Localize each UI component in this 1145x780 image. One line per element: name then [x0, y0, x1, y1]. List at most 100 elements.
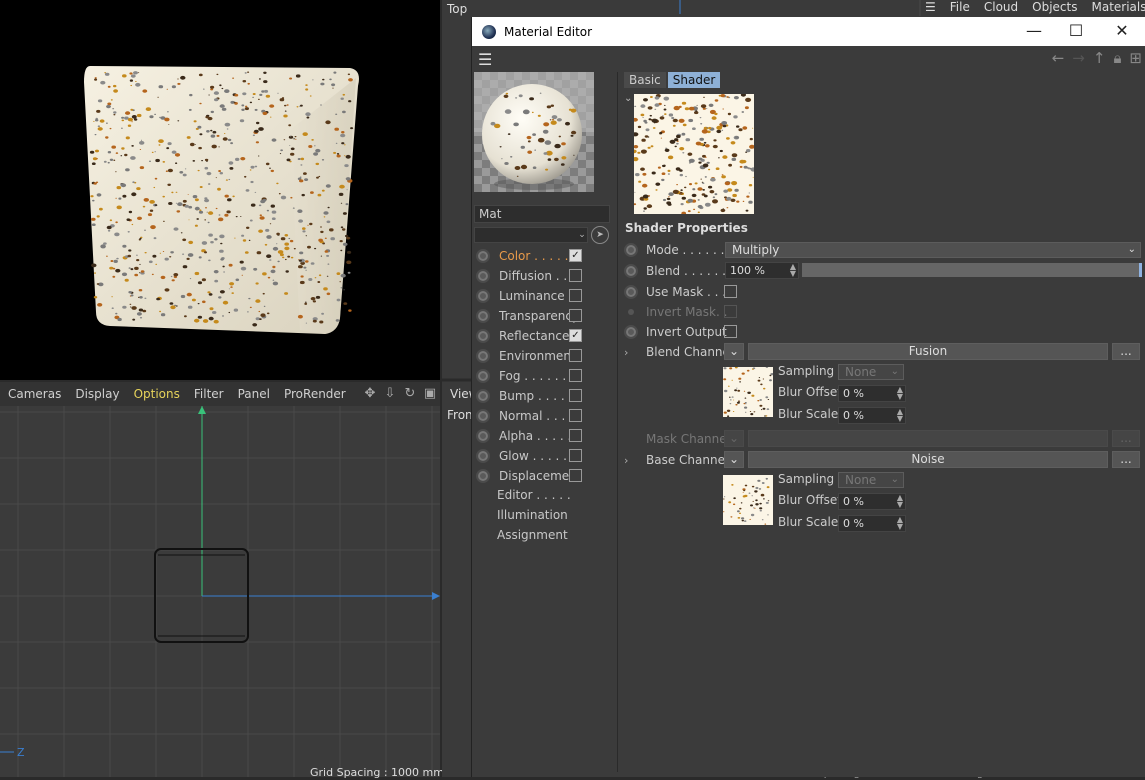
blend-channel-shader-button[interactable]: Fusion [748, 343, 1108, 360]
cinema4d-logo-icon [482, 24, 496, 39]
menu-panel[interactable]: Panel [238, 387, 270, 401]
blur-offset-field[interactable]: 0 % ▲ ▼ [838, 493, 906, 510]
mode-dropdown[interactable]: Multiply ⌄ [725, 242, 1141, 258]
picker-icon[interactable]: ➤ [591, 226, 609, 244]
animate-radio[interactable] [624, 285, 638, 299]
channel-illumination[interactable]: Illumination [497, 508, 568, 522]
animate-radio[interactable] [624, 325, 638, 339]
collapse-chevron-icon[interactable]: ⌄ [624, 93, 632, 104]
channel-enable-checkbox[interactable] [569, 429, 582, 442]
material-name-field[interactable]: Mat [474, 205, 610, 223]
use-mask-checkbox[interactable] [724, 285, 737, 298]
animate-radio[interactable] [476, 249, 490, 263]
forward-arrow-icon[interactable]: → [1072, 49, 1085, 67]
animate-radio[interactable] [476, 309, 490, 323]
mode-label: Mode . . . . . . [646, 243, 725, 257]
invert-mask-row: Invert Mask. . [624, 302, 1142, 322]
menu-objects[interactable]: Objects [1032, 0, 1077, 15]
viewport-menu-bar: Cameras Display Options Filter Panel Pro… [0, 382, 440, 406]
animate-radio[interactable] [476, 349, 490, 363]
animate-radio[interactable] [476, 329, 490, 343]
material-preview[interactable] [474, 72, 594, 192]
tab-basic[interactable]: Basic [624, 72, 666, 88]
front-viewport[interactable]: Z [0, 406, 440, 777]
animate-radio[interactable] [476, 389, 490, 403]
blend-channel-more-button[interactable]: ... [1112, 343, 1140, 360]
base-channel-menu-button[interactable]: ⌄ [724, 451, 744, 468]
lock-icon[interactable]: 🔒︎ [1113, 49, 1121, 67]
animate-radio[interactable] [476, 409, 490, 423]
menu-display[interactable]: Display [75, 387, 119, 401]
noise-shader-thumbnail[interactable] [723, 475, 773, 525]
animate-radio[interactable] [476, 429, 490, 443]
blend-field[interactable]: 100 % ▲ ▼ [725, 262, 799, 279]
blur-scale-field[interactable]: 0 % ▲ ▼ [838, 407, 906, 424]
menu-options[interactable]: Options [134, 387, 180, 401]
channel-editor[interactable]: Editor . . . . . [497, 488, 571, 502]
menu-prorender[interactable]: ProRender [284, 387, 346, 401]
blur-scale-field[interactable]: 0 % ▲ ▼ [838, 515, 906, 532]
mode-value: Multiply [732, 243, 780, 257]
up-arrow-icon[interactable]: ↑ [1093, 49, 1106, 67]
channel-enable-checkbox[interactable] [569, 269, 582, 282]
attribute-tabs: Basic Shader [624, 72, 721, 88]
channel-enable-checkbox[interactable] [569, 309, 582, 322]
expand-chevron-icon[interactable]: › [624, 454, 646, 467]
menu-file[interactable]: File [950, 0, 970, 15]
base-channel-shader-button[interactable]: Noise [748, 451, 1108, 468]
title-bar[interactable]: Material Editor — ☐ ✕ [472, 17, 1145, 46]
new-window-icon[interactable]: ⊞ [1129, 49, 1142, 67]
animate-radio[interactable] [476, 469, 490, 483]
blend-slider[interactable] [802, 263, 1142, 277]
channel-enable-checkbox[interactable]: ✓ [569, 329, 582, 342]
channel-enable-checkbox[interactable] [569, 449, 582, 462]
tab-shader[interactable]: Shader [667, 72, 721, 88]
spinner-icon[interactable]: ▲ ▼ [897, 516, 903, 531]
rotate-view-icon[interactable]: ↻ [402, 386, 418, 401]
maximize-button[interactable]: ☐ [1056, 21, 1096, 40]
channel-enable-checkbox[interactable] [569, 389, 582, 402]
channel-enable-checkbox[interactable] [569, 349, 582, 362]
sampling-value: None [845, 365, 877, 379]
viewport-grid: Z [0, 406, 440, 777]
channel-enable-checkbox[interactable]: ✓ [569, 249, 582, 262]
menu-filter[interactable]: Filter [194, 387, 224, 401]
maximize-view-icon[interactable]: ▣ [422, 386, 438, 401]
menu-materials[interactable]: Materials [1091, 0, 1145, 15]
channel-enable-checkbox[interactable] [569, 369, 582, 382]
blur-offset-field[interactable]: 0 % ▲ ▼ [838, 385, 906, 402]
channel-enable-checkbox[interactable] [569, 289, 582, 302]
blend-channel-menu-button[interactable]: ⌄ [724, 343, 744, 360]
move-view-icon[interactable]: ✥ [362, 386, 378, 401]
channel-label: Glow . . . . . [499, 449, 567, 463]
channel-enable-checkbox[interactable] [569, 469, 582, 482]
spinner-icon[interactable]: ▲ ▼ [897, 386, 903, 401]
animate-radio[interactable] [476, 269, 490, 283]
hamburger-icon[interactable]: ☰ [925, 0, 936, 15]
animate-radio[interactable] [476, 289, 490, 303]
base-channel-more-button[interactable]: ... [1112, 451, 1140, 468]
menu-cameras[interactable]: Cameras [8, 387, 61, 401]
animate-radio[interactable] [624, 264, 638, 278]
back-arrow-icon[interactable]: ← [1052, 49, 1065, 67]
spinner-icon[interactable]: ▲ ▼ [897, 408, 903, 423]
render-viewport[interactable] [0, 0, 440, 380]
channel-enable-checkbox[interactable] [569, 409, 582, 422]
spinner-icon[interactable]: ▲ ▼ [897, 494, 903, 509]
fusion-shader-thumbnail[interactable] [723, 367, 773, 417]
shader-preview[interactable] [634, 94, 754, 214]
spinner-icon[interactable]: ▲ ▼ [790, 263, 796, 278]
animate-radio[interactable] [476, 449, 490, 463]
menu-cloud[interactable]: Cloud [984, 0, 1018, 15]
minimize-button[interactable]: — [1014, 21, 1054, 40]
channel-assignment[interactable]: Assignment [497, 528, 568, 542]
invert-output-checkbox[interactable] [724, 325, 737, 338]
close-button[interactable]: ✕ [1102, 21, 1142, 40]
material-layer-dropdown[interactable] [474, 227, 588, 243]
zoom-view-icon[interactable]: ⇩ [382, 386, 398, 401]
menu-hamburger-icon[interactable]: ☰ [478, 50, 492, 69]
chevron-down-icon[interactable]: ⌄ [576, 227, 588, 243]
animate-radio[interactable] [624, 243, 638, 257]
animate-radio[interactable] [476, 369, 490, 383]
expand-chevron-icon[interactable]: › [624, 346, 646, 359]
